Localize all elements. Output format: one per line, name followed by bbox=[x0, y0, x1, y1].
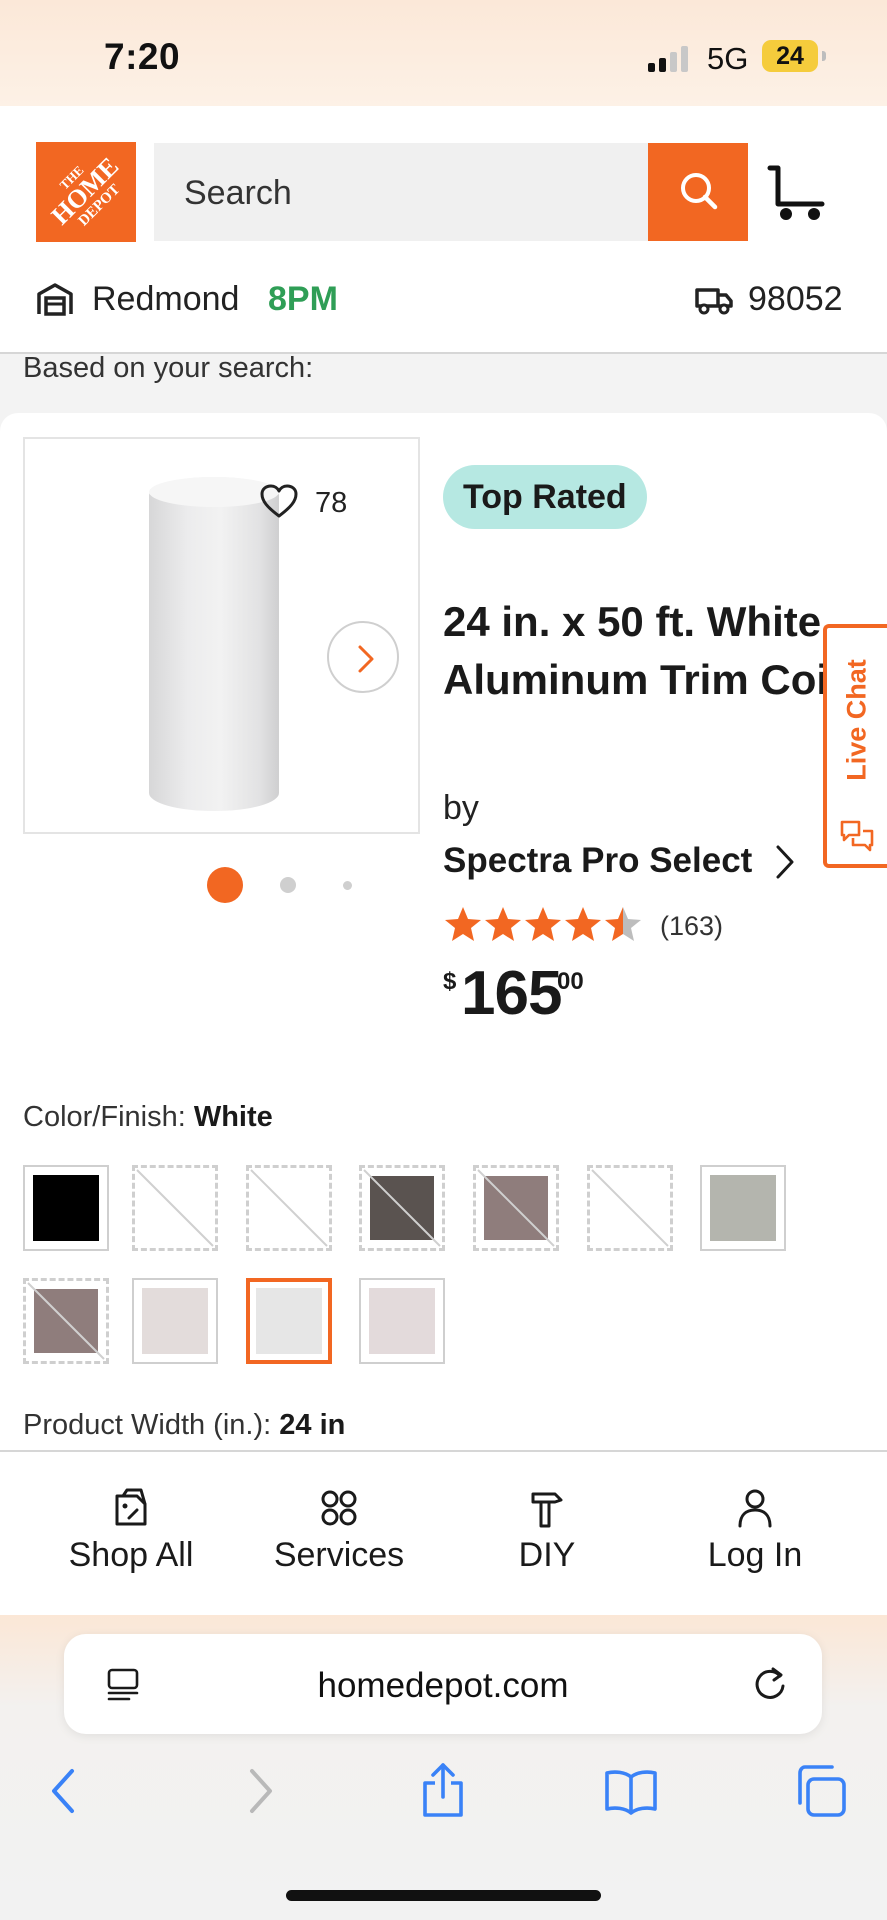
favorites-count: 78 bbox=[315, 487, 348, 519]
section-label: Based on your search: bbox=[23, 352, 314, 384]
bottom-navigation: Shop All Services DIY Log In bbox=[0, 1450, 887, 1615]
search-input[interactable]: Search bbox=[154, 143, 648, 241]
diy-icon bbox=[531, 1492, 563, 1528]
pagination-dot[interactable] bbox=[343, 881, 352, 890]
image-pagination bbox=[0, 863, 440, 903]
product-width-value: 24 in bbox=[279, 1409, 346, 1441]
live-chat-tab[interactable]: Live Chat bbox=[823, 624, 887, 868]
color-swatch[interactable] bbox=[132, 1165, 218, 1251]
rating-count[interactable]: (163) bbox=[660, 911, 723, 942]
bookmarks-icon[interactable] bbox=[601, 1761, 661, 1821]
price-cents: 00 bbox=[557, 968, 584, 995]
share-icon[interactable] bbox=[413, 1761, 473, 1821]
delivery-truck-icon[interactable] bbox=[694, 284, 734, 316]
search-button[interactable] bbox=[648, 143, 748, 241]
chat-bubbles-icon bbox=[840, 820, 874, 852]
color-swatch[interactable] bbox=[246, 1165, 332, 1251]
color-swatch[interactable] bbox=[23, 1278, 109, 1364]
shop-all-icon bbox=[115, 1488, 147, 1526]
product-title[interactable]: 24 in. x 50 ft. White Aluminum Trim Coil bbox=[443, 593, 863, 709]
search-placeholder: Search bbox=[184, 174, 292, 212]
nav-log-in[interactable]: Log In bbox=[655, 1452, 855, 1617]
rating-stars[interactable] bbox=[443, 905, 643, 945]
status-time: 7:20 bbox=[104, 36, 181, 77]
chevron-right-icon bbox=[358, 645, 374, 673]
swatch-color bbox=[142, 1288, 208, 1354]
nav-diy[interactable]: DIY bbox=[447, 1452, 647, 1617]
color-swatch[interactable] bbox=[587, 1165, 673, 1251]
status-bar: 7:20 5G 24 bbox=[0, 0, 887, 106]
product-image[interactable]: 78 bbox=[23, 437, 420, 834]
color-swatch[interactable] bbox=[132, 1278, 218, 1364]
rating-star bbox=[605, 907, 641, 941]
color-swatch[interactable] bbox=[473, 1165, 559, 1251]
live-chat-label: Live Chat bbox=[841, 659, 872, 781]
color-swatch-selected[interactable] bbox=[246, 1278, 332, 1364]
color-swatch[interactable] bbox=[700, 1165, 786, 1251]
address-bar[interactable]: homedepot.com bbox=[64, 1634, 822, 1734]
unavailable-slash-icon bbox=[477, 1169, 555, 1247]
zip-code[interactable]: 98052 bbox=[748, 280, 843, 319]
by-label: by bbox=[443, 789, 479, 827]
site-header: THE HOME DEPOT Search Redmond 8PM 98052 bbox=[0, 106, 887, 354]
price-currency: $ bbox=[443, 968, 457, 995]
color-swatch[interactable] bbox=[359, 1165, 445, 1251]
product-width-label: Product Width (in.): 24 in bbox=[23, 1409, 346, 1441]
browser-toolbar: homedepot.com bbox=[0, 1615, 887, 1920]
logo-wordmark: THE HOME DEPOT bbox=[45, 151, 125, 231]
price-dollars: 165 bbox=[461, 959, 562, 1028]
home-indicator[interactable] bbox=[286, 1890, 601, 1901]
store-name[interactable]: Redmond bbox=[92, 280, 239, 319]
pagination-dot-active[interactable] bbox=[207, 867, 243, 903]
nav-services[interactable]: Services bbox=[239, 1452, 439, 1617]
search-icon bbox=[681, 173, 718, 210]
unavailable-slash-icon bbox=[363, 1169, 441, 1247]
chevron-right-icon bbox=[776, 845, 794, 879]
battery-icon: 24 bbox=[762, 40, 818, 72]
unavailable-slash-icon bbox=[591, 1169, 669, 1247]
forward-icon[interactable] bbox=[228, 1761, 288, 1821]
heart-icon[interactable] bbox=[259, 483, 299, 519]
home-depot-logo[interactable]: THE HOME DEPOT bbox=[36, 142, 136, 242]
store-row: Redmond 8PM 98052 bbox=[0, 272, 887, 332]
rating-star bbox=[445, 907, 481, 941]
pagination-dot[interactable] bbox=[280, 877, 296, 893]
nav-shop-all[interactable]: Shop All bbox=[31, 1452, 231, 1617]
network-type: 5G bbox=[707, 41, 749, 76]
brand-link[interactable]: Spectra Pro Select bbox=[443, 841, 752, 881]
color-finish-value: White bbox=[193, 1101, 273, 1133]
cart-icon[interactable] bbox=[766, 162, 826, 222]
rating-star bbox=[565, 907, 601, 941]
user-icon bbox=[738, 1489, 772, 1528]
unavailable-slash-icon bbox=[27, 1282, 105, 1360]
swatch-color bbox=[33, 1175, 99, 1241]
color-swatch[interactable] bbox=[359, 1278, 445, 1364]
battery-cap bbox=[822, 51, 826, 61]
color-swatch[interactable] bbox=[23, 1165, 109, 1251]
top-rated-badge: Top Rated bbox=[443, 465, 647, 529]
swatch-color bbox=[369, 1288, 435, 1354]
swatch-color bbox=[710, 1175, 776, 1241]
rating-star bbox=[525, 907, 561, 941]
reload-icon[interactable] bbox=[750, 1664, 790, 1704]
swatch-color bbox=[256, 1288, 322, 1354]
unavailable-slash-icon bbox=[250, 1169, 328, 1247]
url-text: homedepot.com bbox=[317, 1666, 569, 1705]
store-icon[interactable] bbox=[36, 282, 74, 316]
back-icon[interactable] bbox=[36, 1761, 96, 1821]
signal-icon bbox=[648, 46, 692, 72]
product-card: 78 Top Rated 24 in. x 50 ft. White Alumi… bbox=[0, 413, 887, 1451]
store-hours: 8PM bbox=[268, 280, 338, 318]
unavailable-slash-icon bbox=[136, 1169, 214, 1247]
tabs-icon[interactable] bbox=[790, 1761, 850, 1821]
rating-star bbox=[485, 907, 521, 941]
trim-coil-image bbox=[149, 477, 279, 811]
services-icon bbox=[321, 1490, 357, 1526]
color-finish-label: Color/Finish: White bbox=[23, 1101, 273, 1133]
next-image-button[interactable] bbox=[327, 621, 399, 693]
